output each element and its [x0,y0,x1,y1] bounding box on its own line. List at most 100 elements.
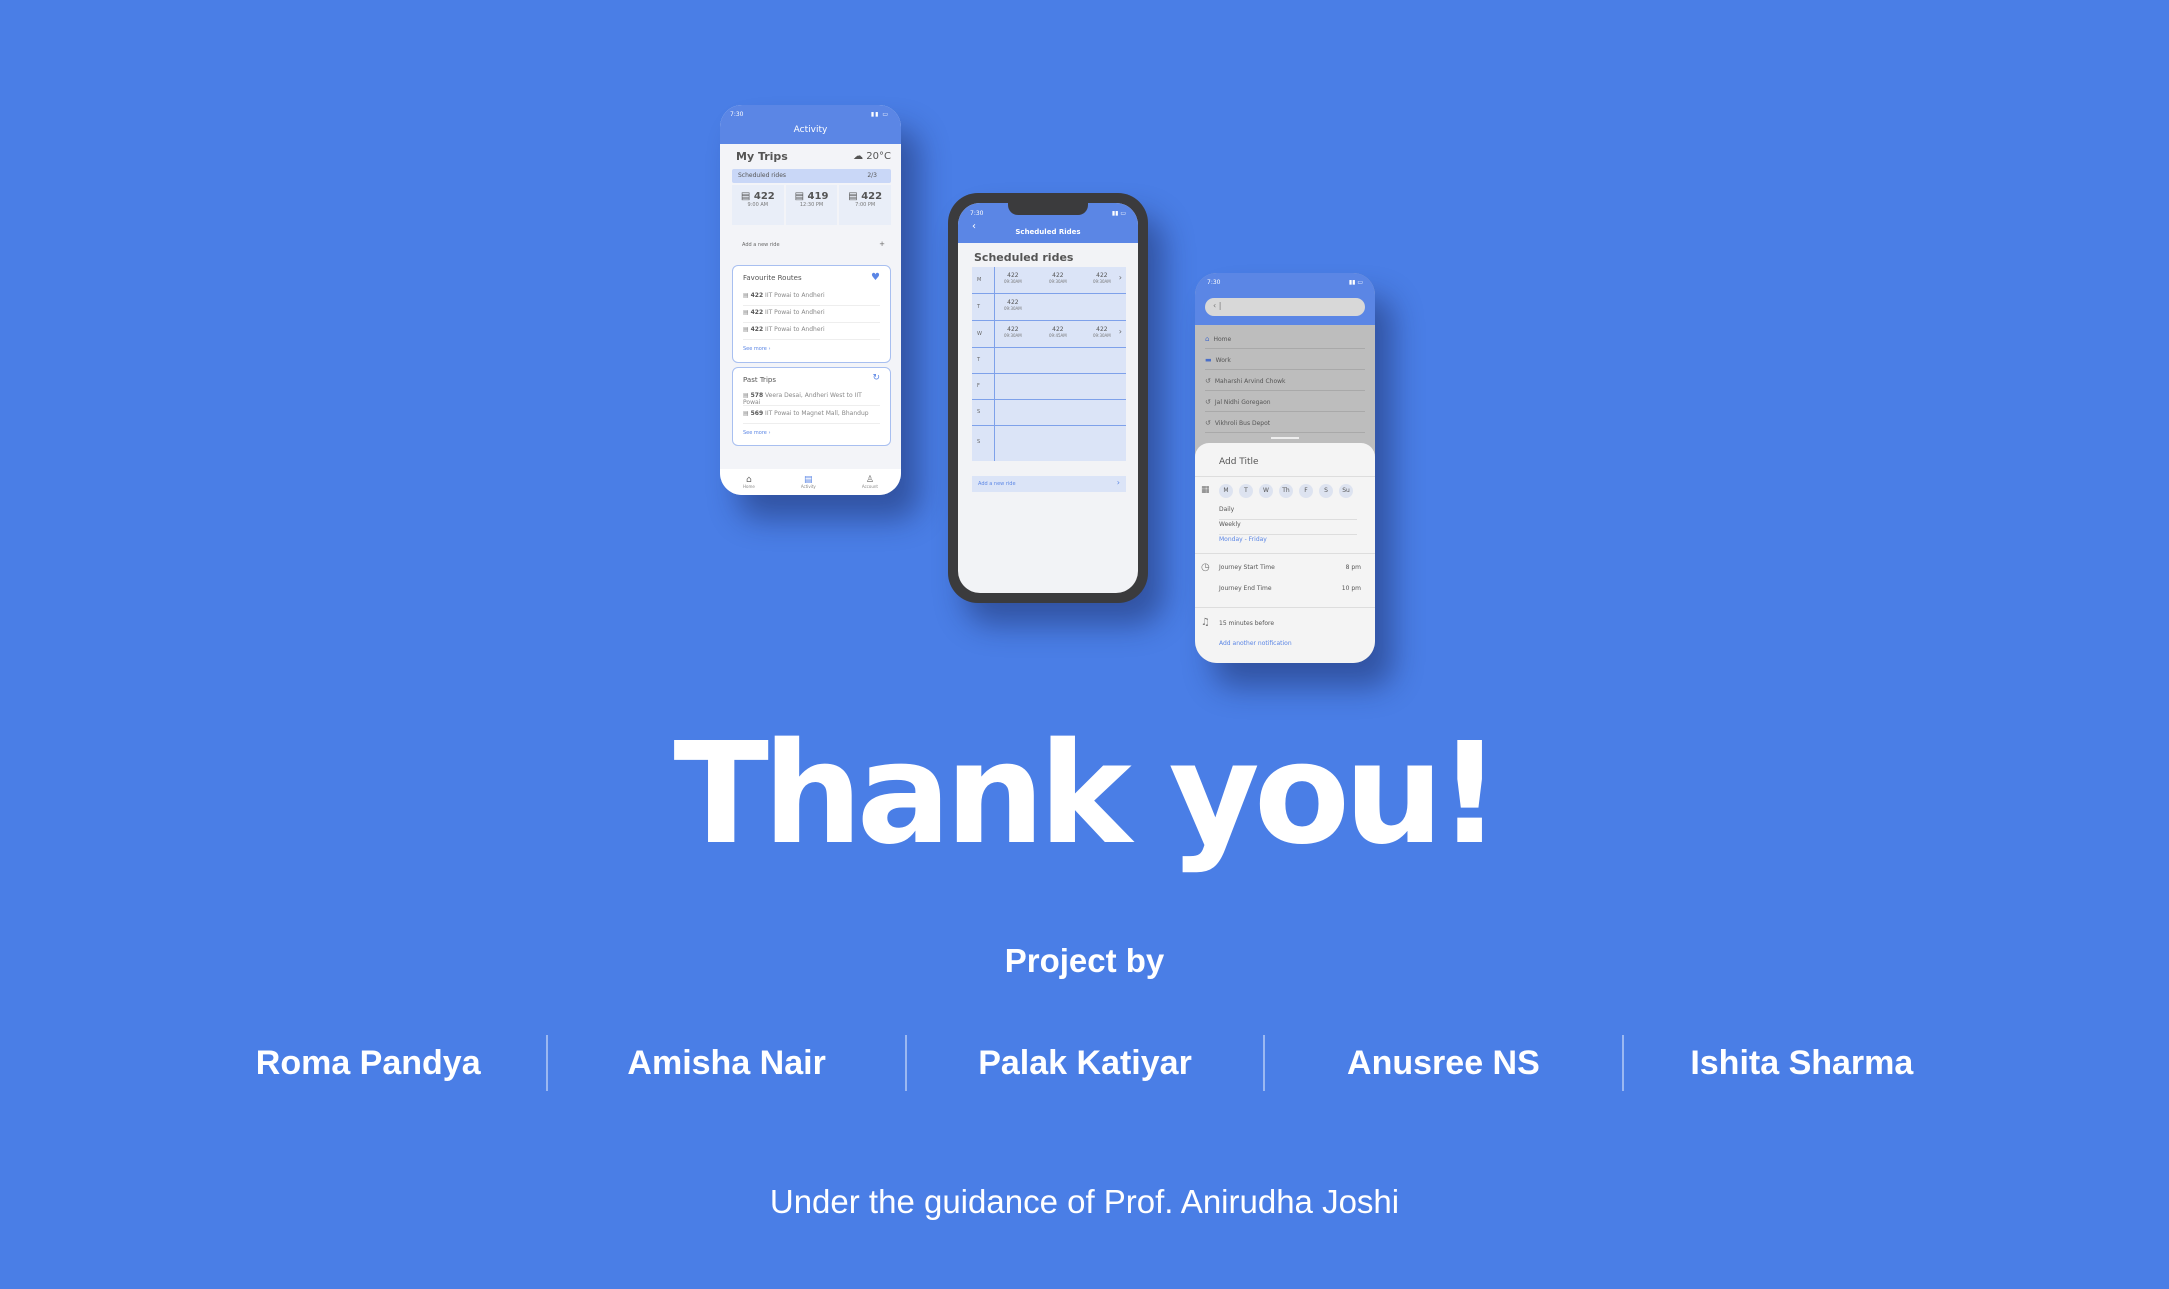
trip-number: 569 [750,410,764,417]
add-ride-link[interactable]: Add a new ride [742,242,780,248]
trip-route: IIT Powai to Magnet Mall, Bhandup [765,410,869,417]
weekday-toggle[interactable]: F [1299,484,1313,498]
day-row-wednesday[interactable]: W 422 09:30AM 422 09:45AM 422 09:30AM › [972,321,1126,348]
trip-row[interactable]: ▤ 569 IIT Powai to Magnet Mall, Bhandup [743,410,880,424]
temperature-value: 20°C [866,151,891,162]
ride-number: 422 [1096,326,1108,333]
ride-time: 09:30AM [1004,333,1022,338]
add-ride-phone-mockup: 7:30 ▮▮ ▭ ‹ | ⌂ Home ▬ Work ↺ Maharshi Arvi… [1195,273,1375,663]
project-by-label: Project by [1004,942,1165,979]
bell-icon: ♫ [1201,617,1210,628]
weekday-toggle[interactable]: S [1319,484,1333,498]
ride-card[interactable]: ▤ 422 9:00 AM [732,185,784,225]
scheduled-rides-screen: 7:30 ▮▮ ▭ ‹ Scheduled Rides Scheduled ri… [958,203,1138,593]
day-row-saturday[interactable]: S [972,400,1126,426]
day-row-monday[interactable]: M 422 09:30AM 422 09:30AM 422 09:30AM › [972,267,1126,294]
ride-slot[interactable]: 422 09:30AM [1004,326,1022,338]
route-row[interactable]: ▤ 422 IIT Powai to Andheri [743,292,880,306]
day-row-sunday[interactable]: S [972,426,1126,461]
briefcase-icon: ▬ [1205,356,1212,364]
ride-slot[interactable]: 422 09:30AM [1004,299,1022,311]
ride-number: 422 [1052,326,1064,333]
activity-header: 7:30 ▮▮ ▭ Activity [720,105,901,144]
back-arrow-icon[interactable]: ‹ [1213,301,1216,310]
location-recent[interactable]: ↺ Maharshi Arvind Chowk [1205,371,1365,391]
tab-activity[interactable]: ▤ Activity [800,475,816,489]
member-name: Amisha Nair [627,1043,826,1082]
day-row-friday[interactable]: F [972,374,1126,400]
weekday-toggle[interactable]: W [1259,484,1273,498]
route-number: 422 [750,292,764,299]
ride-card[interactable]: ▤ 419 12:30 PM [785,185,838,225]
ride-slot[interactable]: 422 09:30AM [1093,326,1111,338]
location-recent[interactable]: ↺ Jal Nidhi Goregaon [1205,392,1365,412]
ride-slot[interactable]: 422 09:30AM [1049,272,1067,284]
day-row-tuesday[interactable]: T 422 09:30AM [972,294,1126,321]
scheduled-rides-bar[interactable]: Scheduled rides 2/3 [732,169,891,183]
activity-phone-mockup: 7:30 ▮▮ ▭ Activity My Trips ☁ 20°C Sched… [720,105,901,495]
notification-setting[interactable]: 15 minutes before [1219,620,1274,627]
repeat-option-daily[interactable]: Daily [1219,506,1357,520]
weekday-toggle[interactable]: Th [1279,484,1293,498]
journey-start-row[interactable]: Journey Start Time 8 pm [1219,564,1361,571]
ride-slot[interactable]: 422 09:45AM [1049,326,1067,338]
day-label: M [977,277,982,283]
route-number: 422 [750,309,764,316]
location-home[interactable]: ⌂ Home [1205,329,1365,349]
add-title-input[interactable]: Add Title [1219,457,1259,467]
route-row[interactable]: ▤ 422 IIT Powai to Andheri [743,326,880,340]
ride-card[interactable]: ▤ 422 7:00 PM [839,185,892,225]
see-more-link[interactable]: See more › [743,430,770,436]
add-notification-link[interactable]: Add another notification [1219,640,1292,647]
trip-row[interactable]: ▤ 578 Veera Desai, Andheri West to IIT P… [743,392,880,406]
day-row-thursday[interactable]: T [972,348,1126,374]
location-recent[interactable]: ↺ Vikhroli Bus Depot [1205,413,1365,433]
scheduled-rides-label: Scheduled rides [738,172,787,179]
past-trips-card: Past Trips ↻ ▤ 578 Veera Desai, Andheri … [732,367,891,446]
tab-account[interactable]: ♙ Account [862,475,878,489]
home-icon: ⌂ [1205,335,1210,343]
location-label: Maharshi Arvind Chowk [1214,378,1286,385]
location-label: Vikhroli Bus Depot [1214,420,1271,427]
chevron-right-icon[interactable]: › [1119,273,1122,282]
location-label: Work [1215,357,1231,364]
clock-icon: ◷ [1201,562,1210,573]
ride-number: 419 [807,191,829,202]
repeat-option-weekdays[interactable]: Monday - Friday [1219,536,1357,550]
ride-time: 09:30AM [1004,279,1022,284]
weekday-toggle[interactable]: M [1219,484,1233,498]
member-name: Anusree NS [1347,1043,1540,1082]
search-input[interactable]: ‹ | [1205,298,1365,316]
tab-label: Activity [800,483,816,489]
day-label: T [977,304,981,310]
journey-end-row[interactable]: Journey End Time 10 pm [1219,585,1361,592]
tab-home[interactable]: ⌂ Home [743,475,755,489]
screen-title: Activity [793,125,828,135]
weekday-selector: M T W Th F S Su [1219,484,1353,498]
refresh-icon[interactable]: ↻ [872,373,880,383]
weekday-toggle[interactable]: Su [1339,484,1353,498]
weekday-toggle[interactable]: T [1239,484,1253,498]
ride-slot[interactable]: 422 09:30AM [1093,272,1111,284]
bus-icon: ▤ [743,309,749,316]
ride-number: 422 [1096,272,1108,279]
repeat-option-weekly[interactable]: Weekly [1219,521,1357,535]
ride-number: 422 [1007,272,1019,279]
ride-cards: ▤ 422 9:00 AM ▤ 419 12:30 PM ▤ 422 7:00 … [732,185,892,225]
add-new-ride-button[interactable]: Add a new ride › [972,476,1126,492]
ride-time: 09:30AM [1004,306,1022,311]
route-number: 422 [750,326,764,333]
plus-icon[interactable]: + [879,240,885,248]
location-work[interactable]: ▬ Work [1205,350,1365,370]
history-icon: ↺ [1205,377,1211,385]
route-row[interactable]: ▤ 422 IIT Powai to Andheri [743,309,880,323]
weather-temperature: ☁ 20°C [853,151,891,162]
past-trips-title: Past Trips [743,376,776,384]
heart-icon[interactable]: ♥ [871,272,880,283]
ride-slot[interactable]: 422 09:30AM [1004,272,1022,284]
scheduled-count: 2/3 [867,172,877,179]
ride-time: 7:00 PM [855,202,876,208]
see-more-link[interactable]: See more › [743,346,770,352]
chevron-right-icon[interactable]: › [1119,327,1122,336]
sheet-handle[interactable] [1271,437,1299,439]
